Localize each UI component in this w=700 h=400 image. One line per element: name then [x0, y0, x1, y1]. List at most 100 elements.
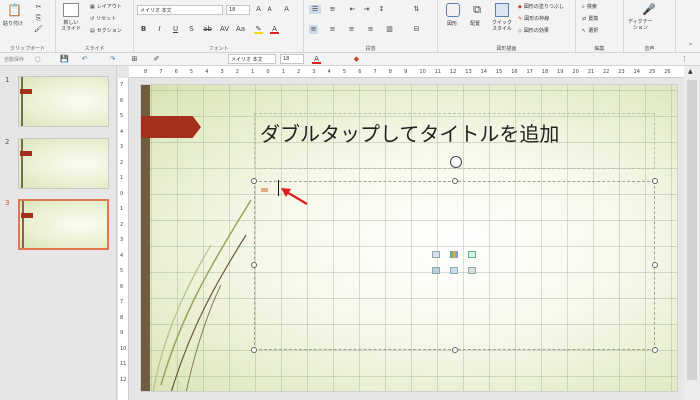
resize-handle[interactable]	[452, 178, 458, 184]
highlight-icon[interactable]: ✎	[254, 25, 263, 34]
align-right-icon[interactable]: ≡	[347, 25, 356, 34]
scroll-thumb[interactable]	[687, 80, 697, 380]
paste-icon[interactable]: 📋	[7, 3, 22, 17]
shape-outline-button[interactable]: ✎ 図形の枠線	[518, 15, 550, 23]
section-button[interactable]: ▤ セクション	[90, 27, 122, 35]
present-icon[interactable]: ⊞	[130, 55, 139, 64]
case-icon[interactable]: Aa	[236, 25, 245, 34]
rotate-handle-icon[interactable]	[450, 156, 462, 168]
align-text-icon[interactable]: ⊟	[412, 25, 421, 34]
shape-effects-button[interactable]: ◇ 図形の効果	[518, 27, 549, 35]
qat-fill-icon[interactable]: ◆	[352, 55, 361, 64]
underline-icon[interactable]: U	[171, 25, 180, 34]
resize-handle[interactable]	[652, 178, 658, 184]
insert-smartart-icon[interactable]	[468, 251, 476, 258]
microphone-icon[interactable]: 🎤	[642, 3, 656, 17]
new-slide-button[interactable]: 新しい スライド	[61, 20, 81, 32]
columns-icon[interactable]: ▥	[385, 25, 394, 34]
bold-icon[interactable]: B	[139, 25, 148, 34]
dictate-button[interactable]: ディクテー ション	[628, 19, 653, 31]
strikethrough-icon[interactable]: ab	[203, 25, 212, 34]
ruler-tick-label: 5	[189, 69, 194, 75]
shape-outline-label: 図形の枠線	[524, 16, 550, 22]
undo-icon[interactable]: ↶	[80, 55, 89, 64]
numbering-icon[interactable]: ≡	[328, 5, 337, 14]
insert-video-icon[interactable]	[468, 267, 476, 274]
replace-button[interactable]: ⇄ 置換	[582, 15, 598, 23]
font-family-select[interactable]: メイリオ 本文	[137, 5, 223, 15]
bullets-icon[interactable]: ☰	[309, 5, 321, 14]
ruler-tick-label: 7	[373, 69, 377, 75]
reset-button[interactable]: ↺ リセット	[90, 15, 116, 23]
vertical-scrollbar[interactable]: ▲	[684, 66, 700, 400]
insert-table-icon[interactable]	[432, 251, 440, 258]
ruler-tick-label: 8	[144, 69, 148, 75]
layout-button[interactable]: ▦ レイアウト	[90, 3, 122, 11]
shape-fill-button[interactable]: ◆ 図形の塗りつぶし	[518, 3, 564, 11]
collapse-ribbon-icon[interactable]: ⌃	[686, 42, 695, 51]
editing-label: 編集	[594, 46, 605, 52]
italic-icon[interactable]: I	[155, 25, 164, 34]
pen-icon: ✎	[518, 15, 523, 22]
horizontal-ruler[interactable]: 8 7 6 5 4 3 2 1 0 1 2 3 4 5 6 7 8 9 10 11 12 13 14 15 16 17 18 19 20…	[129, 66, 684, 78]
slide-thumbnail-2[interactable]	[18, 138, 109, 189]
text-direction-icon[interactable]: ⇅	[412, 5, 421, 14]
select-button[interactable]: ↖ 選択	[582, 27, 598, 35]
qat-font-family-select[interactable]: メイリオ 本文	[228, 54, 276, 64]
quick-styles-icon[interactable]	[495, 3, 509, 17]
line-spacing-icon[interactable]: ↕	[377, 5, 386, 14]
shapes-icon[interactable]	[446, 3, 460, 17]
qat-font-color-icon[interactable]: A	[312, 55, 321, 64]
slide-thumbnail-3[interactable]	[18, 199, 109, 250]
qat-font-size-select[interactable]: 18	[280, 54, 304, 64]
content-placeholder[interactable]	[254, 181, 655, 350]
decrease-indent-icon[interactable]: ⇤	[348, 5, 357, 14]
clear-format-icon[interactable]: A	[282, 5, 291, 14]
quick-styles-button[interactable]: クイック スタイル	[492, 20, 512, 32]
insert-chart-icon[interactable]	[450, 251, 458, 258]
draw-icon[interactable]: ✐	[152, 55, 161, 64]
resize-handle[interactable]	[251, 262, 257, 268]
arrange-icon[interactable]: ⧉	[470, 3, 484, 17]
justify-icon[interactable]: ≡	[366, 25, 375, 34]
resize-handle[interactable]	[652, 262, 658, 268]
cut-icon[interactable]: ✂	[34, 3, 43, 12]
align-left-icon[interactable]: ≡	[309, 25, 318, 34]
save-icon[interactable]: 💾	[60, 55, 69, 64]
new-slide-icon[interactable]	[63, 3, 79, 17]
find-button[interactable]: ⌕ 検索	[582, 3, 597, 11]
redo-icon[interactable]: ↷	[108, 55, 117, 64]
ruler-tick-label: 16	[511, 69, 518, 75]
paste-button[interactable]: 貼り付け	[3, 20, 23, 27]
spacing-icon[interactable]: AV	[220, 25, 229, 34]
vertical-ruler[interactable]: 7 6 5 4 3 2 1 0 1 2 3 4 5 6 7 8 9 10 11 12	[118, 78, 129, 400]
format-painter-icon[interactable]: 🖌	[34, 25, 43, 34]
fill-bucket-icon: ◆	[518, 3, 522, 10]
insert-online-picture-icon[interactable]	[450, 267, 458, 274]
resize-handle[interactable]	[251, 178, 257, 184]
font-color-icon[interactable]: A	[270, 25, 279, 34]
arrange-button[interactable]: 配置	[470, 20, 480, 27]
ruler-tick-label: 12	[120, 376, 127, 383]
font-size-select[interactable]: 18	[226, 5, 250, 15]
resize-handle[interactable]	[652, 347, 658, 353]
shrink-font-icon[interactable]: A	[265, 5, 274, 14]
grow-font-icon[interactable]: A	[254, 5, 263, 14]
copy-icon[interactable]: ⎘	[34, 14, 43, 23]
align-center-icon[interactable]: ≡	[328, 25, 337, 34]
resize-handle[interactable]	[251, 347, 257, 353]
slides-group: 新しい スライド ▦ レイアウト ↺ リセット ▤ セクション スライド	[56, 0, 134, 53]
scroll-up-icon[interactable]: ▲	[688, 68, 693, 75]
slide-canvas[interactable]: ダブルタップしてタイトルを追加	[140, 84, 678, 392]
increase-indent-icon[interactable]: ⇥	[362, 5, 371, 14]
shadow-icon[interactable]: S	[187, 25, 196, 34]
ruler-tick-label: 3	[120, 237, 124, 243]
insert-picture-icon[interactable]	[432, 267, 440, 274]
resize-handle[interactable]	[452, 347, 458, 353]
shapes-button[interactable]: 図形	[447, 20, 457, 27]
autosave-toggle-icon[interactable]: ○	[33, 55, 42, 64]
slide-thumbnail-1[interactable]	[18, 76, 109, 127]
ruler-tick-label: 18	[541, 69, 549, 75]
layout-label: レイアウト	[96, 4, 122, 10]
customize-qat-icon[interactable]: ⋮	[680, 55, 689, 64]
